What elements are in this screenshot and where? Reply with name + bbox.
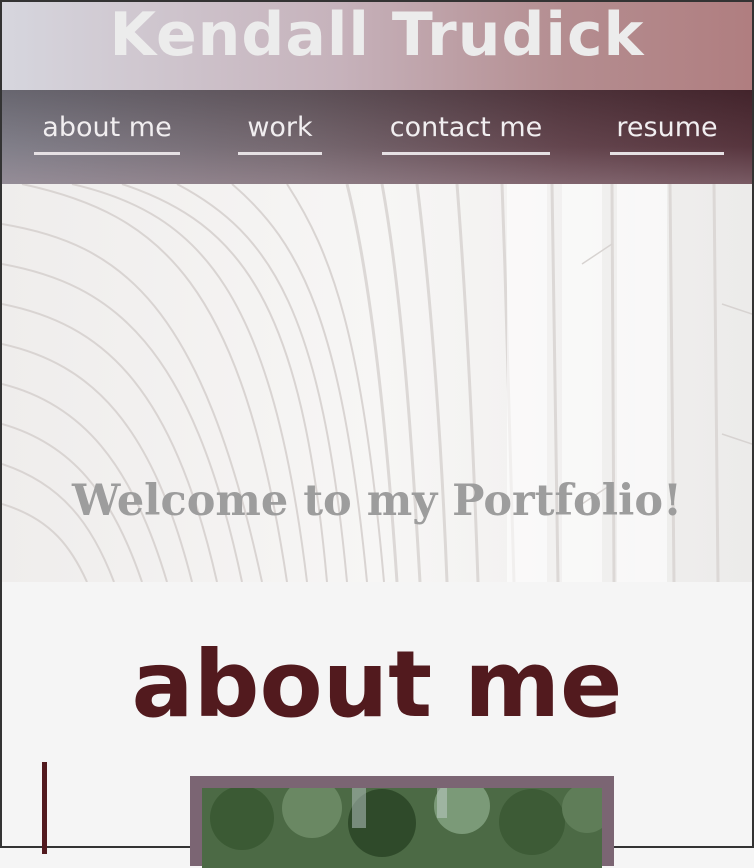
photo-foliage-image <box>202 788 602 868</box>
profile-photo <box>202 788 602 868</box>
hero-banner: Welcome to my Portfolio! <box>2 184 752 582</box>
nav-link-contact-me[interactable]: contact me <box>382 108 550 155</box>
nav-link-work[interactable]: work <box>238 108 322 155</box>
nav-link-about-me[interactable]: about me <box>34 108 180 155</box>
site-title: Kendall Trudick <box>109 2 645 70</box>
welcome-heading: Welcome to my Portfolio! <box>72 476 682 526</box>
profile-photo-frame <box>190 776 614 868</box>
site-header: Kendall Trudick about me work contact me… <box>2 2 752 184</box>
main-nav: about me work contact me resume <box>2 90 752 184</box>
nav-link-resume[interactable]: resume <box>610 108 724 155</box>
accent-divider <box>42 762 47 854</box>
about-heading: about me <box>131 631 623 738</box>
